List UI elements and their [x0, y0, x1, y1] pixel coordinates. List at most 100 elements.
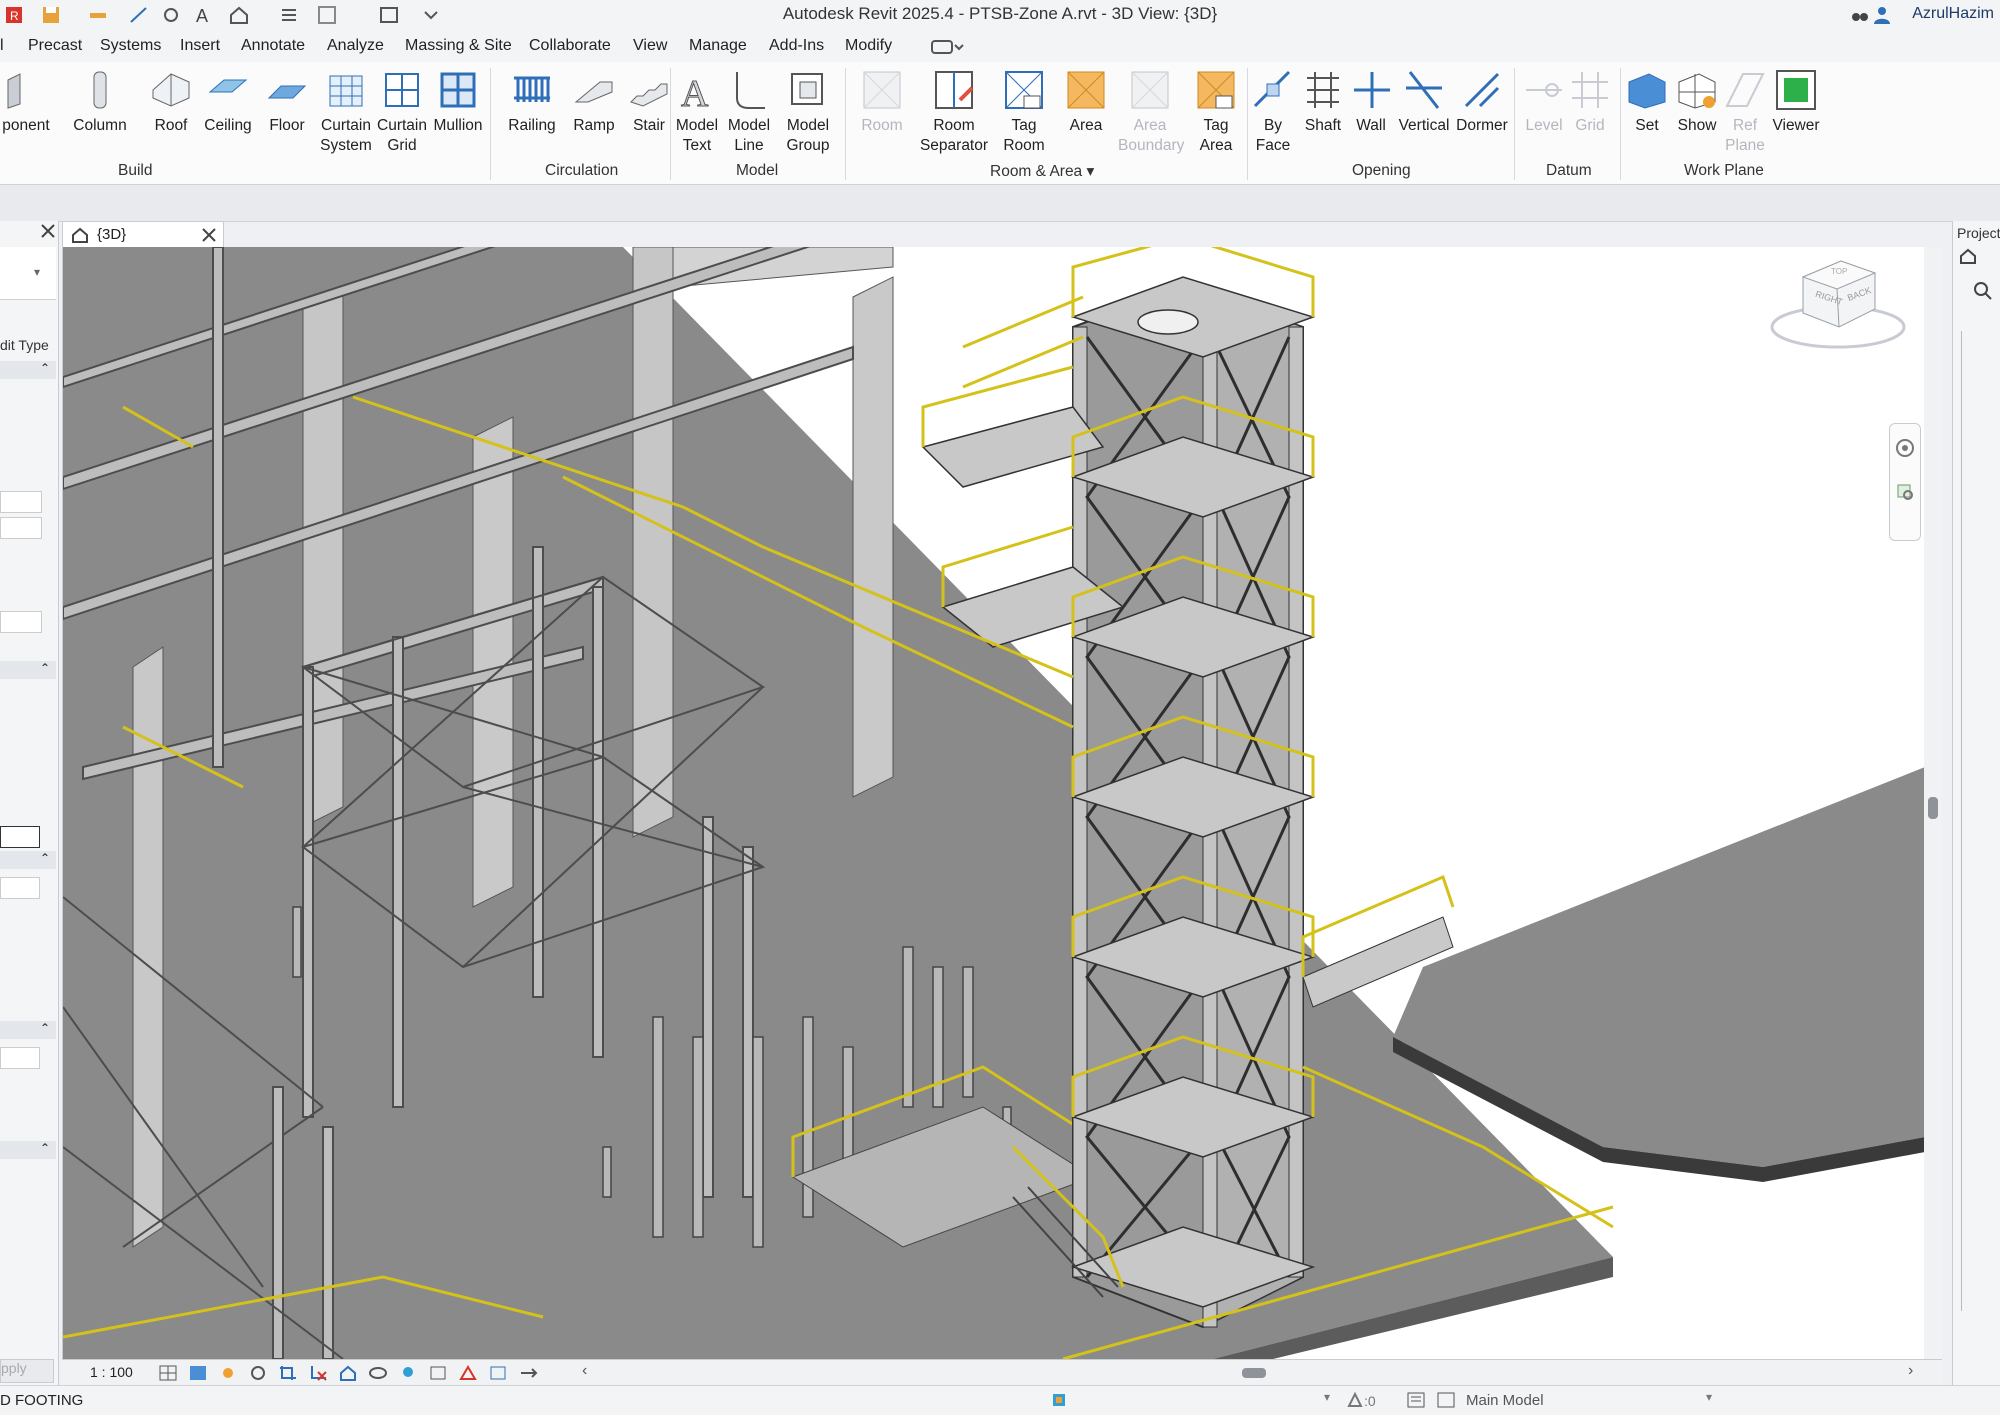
property-value-field[interactable] [0, 517, 42, 539]
home-icon[interactable] [1959, 247, 1977, 265]
show-button[interactable]: Show [1672, 68, 1722, 136]
user-name[interactable]: AzrulHazim [1912, 5, 1994, 23]
area-button[interactable]: Area [1060, 68, 1112, 136]
viewer-button[interactable]: Viewer [1768, 68, 1824, 136]
model-group-button[interactable]: Model Group [780, 68, 836, 156]
tab-manage[interactable]: Manage [689, 37, 747, 55]
property-value-field[interactable] [0, 491, 42, 513]
scrollbar-thumb[interactable] [1928, 797, 1938, 819]
tab-systems[interactable]: Systems [100, 37, 161, 55]
reveal-constraints-icon[interactable] [518, 1364, 538, 1382]
property-group-header[interactable]: ⌃ [0, 1141, 56, 1159]
design-options-icon[interactable] [1436, 1391, 1456, 1409]
background-process-icon[interactable] [1050, 1391, 1068, 1409]
column-button[interactable]: Column [70, 68, 130, 136]
scroll-left-icon[interactable]: ‹ [582, 1362, 587, 1380]
wall-opening-button[interactable]: Wall [1350, 68, 1392, 136]
vertical-scrollbar[interactable] [1924, 247, 1942, 1359]
stair-label: Stair [633, 117, 665, 134]
edit-type-button[interactable]: dit Type [0, 337, 49, 353]
property-value-field[interactable] [0, 877, 40, 899]
sun-path-icon[interactable] [218, 1364, 238, 1382]
model-text-button[interactable]: A Model Text [672, 68, 722, 156]
component-button[interactable]: ponent [0, 68, 52, 136]
visual-style-icon[interactable] [188, 1364, 208, 1382]
menu-tab-partial[interactable]: l [0, 37, 4, 55]
model-line-button[interactable]: Model Line [724, 68, 774, 156]
tab-add-ins[interactable]: Add-Ins [769, 37, 824, 55]
ramp-button[interactable]: Ramp [568, 68, 620, 136]
tag-area-button[interactable]: Tag Area [1188, 68, 1244, 156]
property-group-header[interactable]: ⌃ [0, 361, 56, 379]
reveal-hidden-icon[interactable] [398, 1364, 418, 1382]
design-option-dropdown-icon[interactable]: ▾ [1706, 1390, 1712, 1404]
tab-insert[interactable]: Insert [180, 37, 220, 55]
floor-button[interactable]: Floor [262, 68, 312, 136]
property-value-field[interactable] [0, 826, 40, 848]
close-icon[interactable] [40, 223, 56, 239]
grid-button[interactable]: Grid [1568, 68, 1612, 136]
view-scale[interactable]: 1 : 100 [90, 1364, 133, 1380]
editable-only-icon[interactable] [1406, 1391, 1426, 1409]
worksharing-display-icon[interactable] [428, 1364, 448, 1382]
type-selector[interactable]: ▾ [0, 247, 56, 300]
analytical-model-icon[interactable] [458, 1364, 478, 1382]
room-separator-button[interactable]: Room Separator [916, 68, 992, 156]
tab-analyze[interactable]: Analyze [327, 37, 384, 55]
detail-level-icon[interactable] [158, 1364, 178, 1382]
curtain-system-button[interactable]: Curtain System [318, 68, 374, 156]
property-value-field[interactable] [0, 611, 42, 633]
search-icon[interactable] [1973, 281, 1993, 301]
highlight-displacement-icon[interactable] [488, 1364, 508, 1382]
workset-dropdown-icon[interactable]: ▾ [1324, 1390, 1330, 1404]
area-boundary-button[interactable]: Area Boundary [1118, 68, 1184, 156]
binoculars-icon[interactable] [1850, 5, 1870, 25]
hide-crop-icon[interactable] [308, 1364, 328, 1382]
project-browser-title: Project [1957, 225, 2000, 241]
railing-button[interactable]: Railing [502, 68, 562, 136]
property-group-header[interactable]: ⌃ [0, 851, 56, 869]
curtain-grid-button[interactable]: Curtain Grid [374, 68, 430, 156]
tab-modify[interactable]: Modify [845, 37, 892, 55]
tab-massing-site[interactable]: Massing & Site [405, 37, 512, 55]
close-tab-icon[interactable] [201, 227, 217, 243]
property-group-header[interactable]: ⌃ [0, 661, 56, 679]
unlock-3d-view-icon[interactable] [338, 1364, 358, 1382]
ref-plane-button[interactable]: Ref Plane [1722, 68, 1768, 156]
vertical-opening-button[interactable]: Vertical [1396, 68, 1452, 136]
tab-precast[interactable]: Precast [28, 37, 82, 55]
zoom-region-icon[interactable] [1895, 482, 1915, 502]
temporary-hide-icon[interactable] [368, 1364, 388, 1382]
tab-collaborate[interactable]: Collaborate [529, 37, 611, 55]
apply-button[interactable]: pply [0, 1359, 54, 1383]
tab-view[interactable]: View [633, 37, 667, 55]
by-face-button[interactable]: By Face [1250, 68, 1296, 156]
tab-3d-view[interactable]: {3D} [62, 221, 224, 248]
shadows-icon[interactable] [248, 1364, 268, 1382]
level-button[interactable]: Level [1522, 68, 1566, 136]
set-button[interactable]: Set [1624, 68, 1670, 136]
property-value-field[interactable] [0, 1047, 40, 1069]
ceiling-button[interactable]: Ceiling [200, 68, 256, 136]
scroll-right-icon[interactable]: › [1908, 1362, 1913, 1380]
active-design-option[interactable]: Main Model [1466, 1392, 1544, 1409]
room-area-panel-label[interactable]: Room & Area ▾ [990, 162, 1094, 181]
room-button[interactable]: Room [854, 68, 910, 136]
property-group-header[interactable]: ⌃ [0, 1021, 56, 1039]
roof-button[interactable]: Roof [146, 68, 196, 136]
user-icon[interactable] [1872, 5, 1892, 25]
tag-room-button[interactable]: Tag Room [996, 68, 1052, 156]
worksets-icon[interactable] [1346, 1391, 1364, 1409]
panel-toggle-icon[interactable] [930, 38, 964, 56]
3d-viewport[interactable]: RIGHT BACK TOP [62, 247, 1925, 1359]
viewcube[interactable]: RIGHT BACK TOP [1763, 247, 1913, 357]
dormer-button[interactable]: Dormer [1454, 68, 1510, 136]
mullion-button[interactable]: Mullion [430, 68, 486, 136]
crop-view-icon[interactable] [278, 1364, 298, 1382]
stair-button[interactable]: Stair [624, 68, 674, 136]
3d-model-view[interactable] [63, 247, 1925, 1359]
tab-annotate[interactable]: Annotate [241, 37, 305, 55]
shaft-button[interactable]: Shaft [1298, 68, 1348, 136]
steering-wheel-icon[interactable] [1895, 438, 1915, 458]
horizontal-scrollbar-thumb[interactable] [1242, 1368, 1266, 1378]
